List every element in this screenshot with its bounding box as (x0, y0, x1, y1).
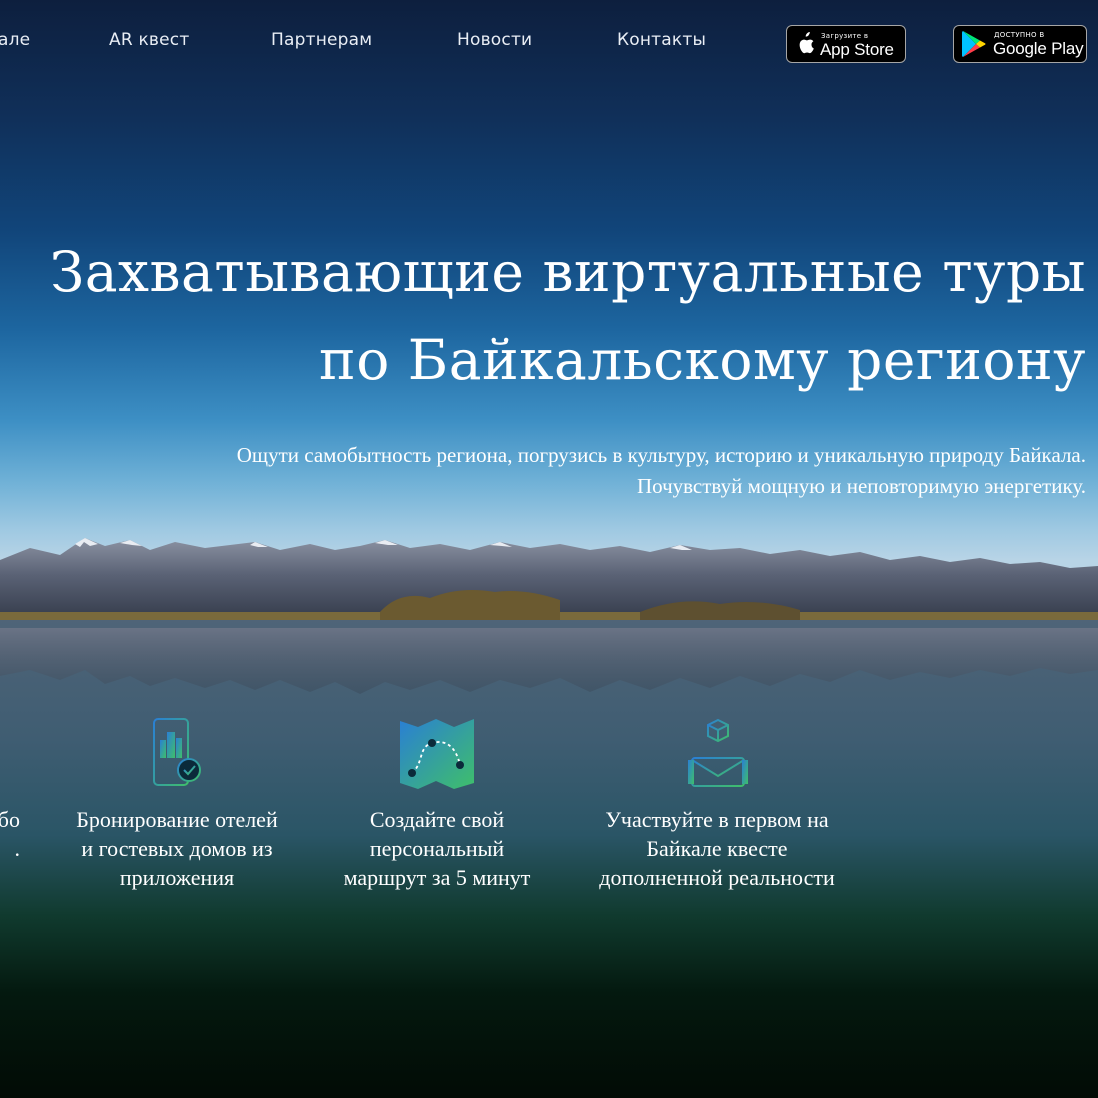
nav-link-news[interactable]: Новости (457, 30, 532, 50)
feature-partial-line-2: . (14, 836, 21, 861)
app-store-button[interactable]: Загрузите в App Store (786, 25, 906, 63)
ar-quest-box-icon (688, 718, 748, 787)
hero-headline: Захватывающие виртуальные туры по Байкал… (6, 228, 1086, 404)
feature-route: Создайте свой персональный маршрут за 5 … (312, 805, 562, 892)
hero-subtitle-line-2: Почувствуй мощную и неповторимую энергет… (636, 474, 1086, 498)
feature-hotel-booking: Бронирование отелей и гостевых домов из … (52, 805, 302, 892)
feature-hotel-booking-line-3: приложения (119, 865, 235, 890)
google-play-big-text: Google Play (993, 39, 1084, 58)
feature-partial-line-1: бо (0, 807, 20, 832)
hero-headline-line-1: Захватывающие виртуальные туры (49, 240, 1086, 304)
nav-link-partners[interactable]: Партнерам (271, 30, 372, 50)
app-store-small-text: Загрузите в (821, 32, 869, 40)
feature-ar-quest-line-2: Байкале квесте (646, 836, 788, 861)
google-play-small-text: ДОСТУПНО В (994, 31, 1045, 39)
feature-ar-quest: Участвуйте в первом на Байкале квесте до… (577, 805, 857, 892)
feature-route-line-3: маршрут за 5 минут (343, 865, 531, 890)
nav-link-partial[interactable]: але (0, 30, 30, 50)
hero-subtitle: Ощути самобытность региона, погрузись в … (86, 440, 1086, 502)
feature-hotel-booking-line-2: и гостевых домов из (81, 836, 273, 861)
hero-headline-line-2: по Байкальскому региону (319, 328, 1086, 392)
feature-route-line-1: Создайте свой (369, 807, 505, 832)
apple-icon (799, 32, 814, 54)
feature-partial: бо . (0, 805, 20, 863)
app-store-big-text: App Store (820, 40, 894, 59)
feature-ar-quest-line-1: Участвуйте в первом на (605, 807, 829, 832)
nav-link-contacts[interactable]: Контакты (617, 30, 706, 50)
feature-hotel-booking-line-1: Бронирование отелей (76, 807, 278, 832)
feature-ar-quest-line-3: дополненной реальности (599, 865, 835, 890)
hero-subtitle-line-1: Ощути самобытность региона, погрузись в … (236, 443, 1086, 467)
top-navigation: але AR квест Партнерам Новости Контакты … (0, 0, 1098, 88)
feature-route-line-2: персональный (369, 836, 505, 861)
route-map-icon (400, 719, 474, 789)
google-play-icon (962, 31, 986, 57)
hotel-booking-phone-icon (153, 718, 201, 786)
nav-link-ar-quest[interactable]: AR квест (109, 30, 189, 50)
google-play-button[interactable]: ДОСТУПНО В Google Play (953, 25, 1087, 63)
